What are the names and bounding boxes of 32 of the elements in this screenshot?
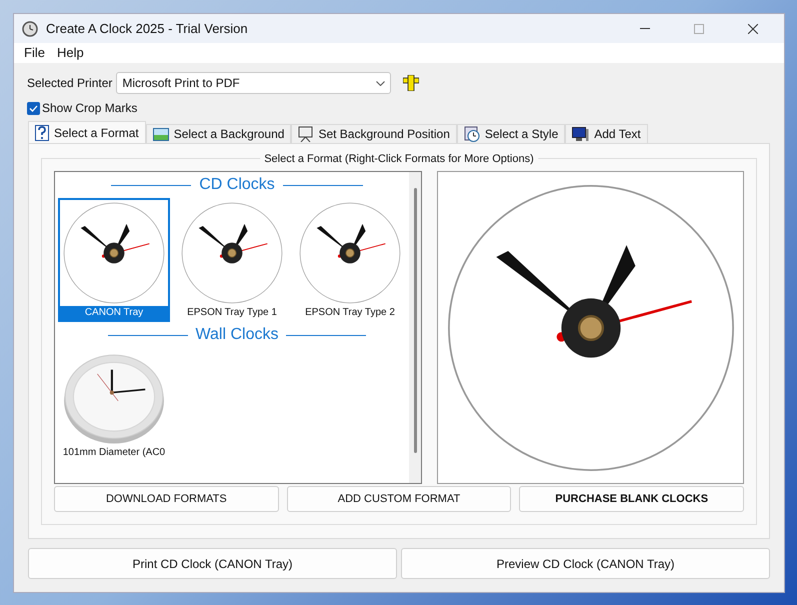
minimize-icon	[640, 28, 650, 29]
window-title: Create A Clock 2025 - Trial Version	[46, 20, 248, 38]
section-heading: Wall Clocks	[196, 325, 278, 345]
action-button[interactable]: Preview CD Clock (CANON Tray)	[401, 548, 770, 579]
checkbox-box[interactable]	[27, 102, 40, 114]
question-icon	[35, 124, 49, 140]
menu-item[interactable]: File	[18, 43, 51, 63]
close-icon	[748, 24, 758, 34]
menu-item[interactable]: Help	[50, 43, 90, 63]
group-title: Select a Format (Right-Click Formats for More Options)	[260, 151, 538, 168]
format-button[interactable]: PURCHASE BLANK CLOCKS	[519, 486, 744, 512]
tab[interactable]: Select a Background	[146, 124, 292, 143]
printer-dropdown[interactable]: Microsoft Print to PDF	[116, 72, 392, 94]
format-item[interactable]: CANON Tray	[58, 198, 170, 322]
section-heading: CD Clocks	[199, 175, 275, 195]
tab[interactable]: Set Background Position	[291, 124, 457, 143]
chevron-down-icon	[376, 80, 386, 86]
image-icon	[152, 128, 169, 140]
action-button[interactable]: Print CD Clock (CANON Tray)	[28, 548, 397, 579]
ruler-icon	[403, 75, 420, 91]
crop-marks-checkbox[interactable]: Show Crop Marks	[14, 99, 138, 117]
tab[interactable]: Add Text	[565, 124, 648, 143]
tab[interactable]: Select a Format	[28, 121, 146, 143]
format-button[interactable]: DOWNLOAD FORMATS	[54, 486, 279, 512]
scrollbar[interactable]	[409, 172, 422, 483]
ruler-button[interactable]	[403, 75, 420, 91]
format-button[interactable]: ADD CUSTOM FORMAT	[286, 486, 512, 512]
maximize-icon	[694, 24, 704, 34]
tab[interactable]: Select a Style	[456, 124, 566, 143]
clock-app-icon	[22, 20, 38, 36]
monitor-icon	[572, 126, 590, 142]
printer-label: Selected Printer	[27, 75, 112, 92]
